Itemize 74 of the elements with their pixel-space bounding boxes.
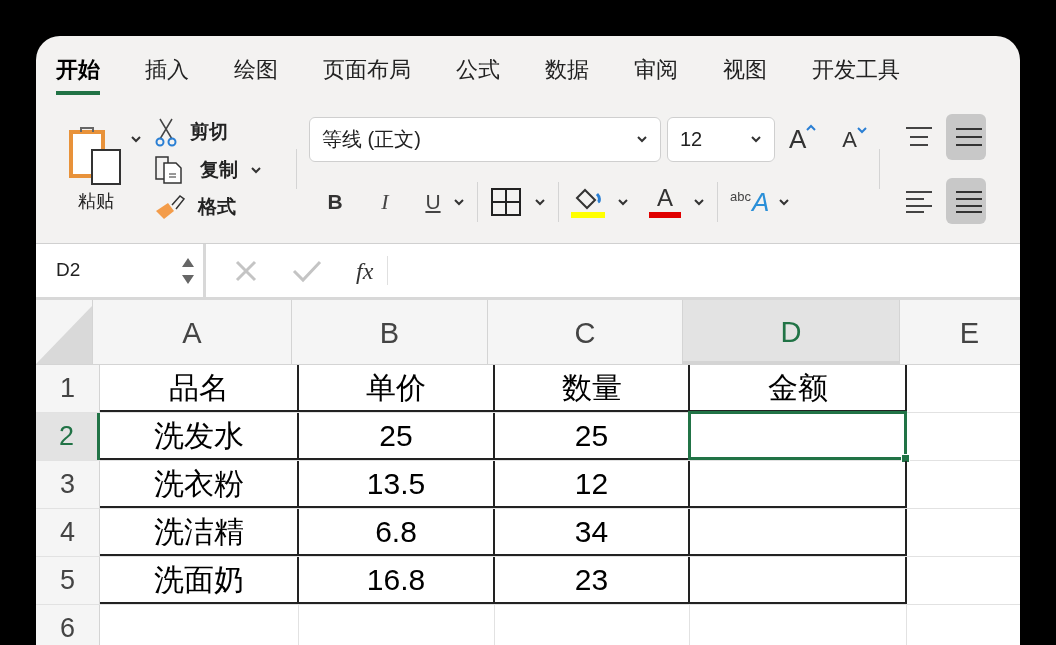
copy-button[interactable]: 复制: [200, 155, 238, 184]
row-header[interactable]: 5: [36, 557, 100, 604]
ribbon-tab[interactable]: 视图: [723, 55, 767, 95]
table-cell[interactable]: 数量: [495, 365, 690, 412]
increase-font-button[interactable]: A: [789, 119, 817, 159]
chevron-down-icon: [857, 126, 868, 134]
ribbon-tab[interactable]: 开始: [56, 55, 100, 95]
ribbon-tab[interactable]: 公式: [456, 55, 500, 95]
align-middle-icon: [954, 125, 985, 149]
row-header[interactable]: 3: [36, 461, 100, 508]
table-cell[interactable]: [690, 461, 907, 508]
table-cell[interactable]: 洗洁精: [100, 509, 299, 556]
table-cell[interactable]: 洗发水: [100, 413, 299, 460]
align-middle-button[interactable]: [946, 114, 987, 160]
table-cell[interactable]: 洗面奶: [100, 557, 299, 604]
cut-button[interactable]: 剪切: [190, 117, 228, 146]
chevron-up-icon: [806, 123, 817, 131]
table-cell[interactable]: 34: [495, 509, 690, 556]
caret-icon[interactable]: [617, 197, 629, 206]
ribbon-tab[interactable]: 审阅: [634, 55, 678, 95]
row-header[interactable]: 1: [36, 365, 100, 412]
table-cell[interactable]: 品名: [100, 365, 299, 412]
column-header[interactable]: E: [900, 300, 1020, 364]
ribbon-tab[interactable]: 绘图: [234, 55, 278, 95]
name-box[interactable]: D2: [36, 244, 206, 297]
caret-icon[interactable]: [636, 135, 648, 143]
paintbrush-icon[interactable]: [154, 193, 186, 221]
ribbon-tab[interactable]: 页面布局: [323, 55, 411, 95]
underline-button[interactable]: U: [421, 185, 445, 218]
row-header[interactable]: 6: [36, 605, 100, 645]
italic-button[interactable]: I: [371, 185, 399, 218]
table-cell[interactable]: 12: [495, 461, 690, 508]
column-header[interactable]: B: [292, 300, 488, 364]
align-left-icon[interactable]: [904, 189, 935, 213]
column-header[interactable]: C: [488, 300, 683, 364]
column-header[interactable]: A: [93, 300, 292, 364]
align-center-icon: [954, 189, 985, 213]
table-cell[interactable]: 13.5: [299, 461, 495, 508]
table-cell[interactable]: 23: [495, 557, 690, 604]
table-cell[interactable]: [690, 509, 907, 556]
scissors-icon[interactable]: [154, 116, 178, 147]
table-cell[interactable]: 6.8: [299, 509, 495, 556]
table-cell[interactable]: 25: [299, 413, 495, 460]
caret-icon[interactable]: [250, 165, 262, 174]
ribbon-tab[interactable]: 开发工具: [812, 55, 900, 95]
caret-icon[interactable]: [453, 197, 465, 206]
checkmark-icon[interactable]: [292, 258, 322, 283]
caret-icon[interactable]: [130, 135, 142, 143]
font-name-dropdown[interactable]: 等线 (正文): [309, 116, 661, 162]
font-color-button[interactable]: A: [649, 185, 681, 218]
align-center-button[interactable]: [946, 178, 987, 224]
caret-icon[interactable]: [750, 135, 762, 143]
align-top-icon[interactable]: [904, 125, 935, 149]
row-header[interactable]: 2: [36, 413, 100, 460]
column-header[interactable]: D: [683, 300, 900, 364]
format-painter-button[interactable]: 格式: [198, 192, 236, 222]
table-cell[interactable]: 16.8: [299, 557, 495, 604]
insert-function-button[interactable]: fx: [356, 252, 374, 289]
bold-button[interactable]: B: [321, 185, 349, 218]
caret-icon[interactable]: [693, 197, 705, 206]
caret-icon[interactable]: [778, 197, 790, 206]
paste-label[interactable]: 粘贴: [78, 187, 114, 215]
caret-icon[interactable]: [534, 197, 546, 206]
table-cell[interactable]: 单价: [299, 365, 495, 412]
borders-icon[interactable]: [490, 186, 522, 217]
font-size-dropdown[interactable]: 12: [667, 116, 775, 162]
table-cell[interactable]: 洗衣粉: [100, 461, 299, 508]
table-cell[interactable]: [690, 557, 907, 604]
ribbon-tab[interactable]: 数据: [545, 55, 589, 95]
table-cell[interactable]: 金额: [690, 365, 907, 412]
ribbon-tab[interactable]: 插入: [145, 55, 189, 95]
row-header[interactable]: 4: [36, 509, 100, 556]
table-cell[interactable]: 25: [495, 413, 690, 460]
decrease-font-button[interactable]: A: [842, 122, 868, 156]
